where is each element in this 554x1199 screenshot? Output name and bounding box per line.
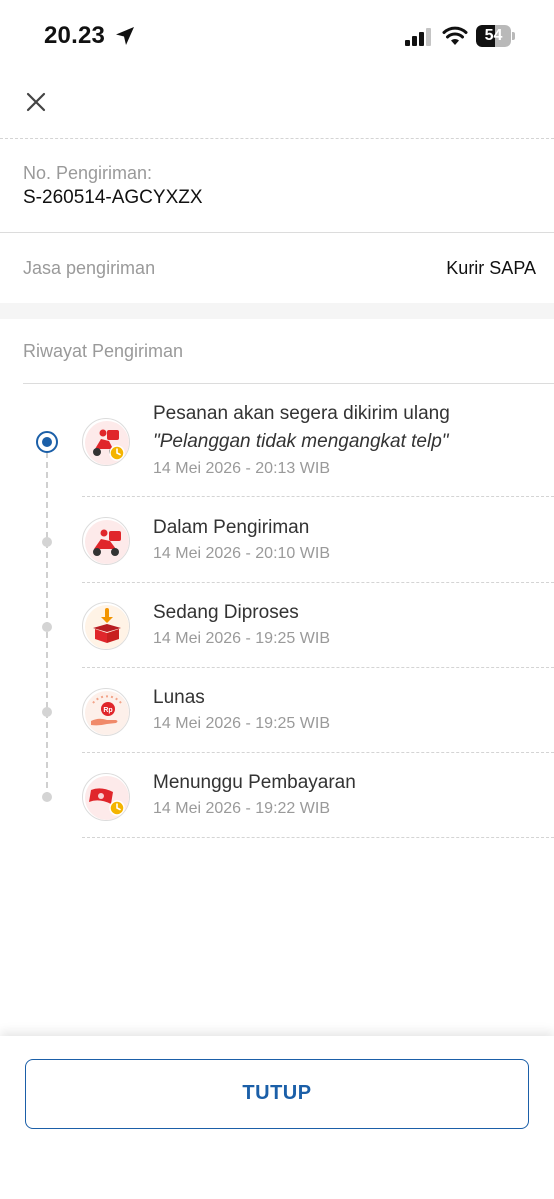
battery-tip [512,32,515,40]
history-title: Riwayat Pengiriman [23,341,184,361]
battery-level: 54 [484,27,503,44]
event-time: 14 Mei 2026 - 19:25 WIB [153,715,330,732]
event-title: Dalam Pengiriman [153,517,310,538]
shipping-service-label: Jasa pengiriman [23,258,156,278]
location-arrow-icon [116,27,134,45]
timeline-dot [42,792,52,802]
timeline-dot [42,622,52,632]
event-time: 14 Mei 2026 - 20:10 WIB [153,545,330,562]
box-icon [82,602,130,650]
event-divider [82,667,554,668]
paid-hand-icon: Rp [82,688,130,736]
event-title: Menunggu Pembayaran [153,772,356,793]
shipment-number-label: No. Pengiriman: [23,163,153,183]
event-divider [82,837,554,838]
header-divider [0,138,554,139]
scooter-icon [82,517,130,565]
status-bar: 20.23 54 [0,0,554,72]
battery-icon: 54 [476,25,516,47]
timeline-dot [42,707,52,717]
event-note: "Pelanggan tidak mengangkat telp" [153,431,449,452]
shipment-divider [0,232,554,233]
status-time: 20.23 [44,22,106,49]
wifi-icon [442,26,468,45]
event-title: Sedang Diproses [153,602,299,623]
event-divider [82,582,554,583]
close-icon[interactable] [22,88,50,116]
event-divider [82,752,554,753]
event-title: Lunas [153,687,205,708]
money-clock-icon [82,773,130,821]
event-time: 14 Mei 2026 - 20:13 WIB [153,460,330,477]
event-time: 14 Mei 2026 - 19:25 WIB [153,630,330,647]
signal-icon [405,28,431,46]
timeline-line [46,442,48,798]
shipping-service-value: Kurir SAPA [446,258,536,278]
event-title: Pesanan akan segera dikirim ulang [153,403,450,424]
shipment-number-value: S-260514-AGCYXZX [23,187,203,208]
section-gap [0,303,554,319]
battery-body: 54 [476,25,511,47]
svg-text:Rp: Rp [103,707,112,714]
history-divider [23,383,554,384]
close-button[interactable]: TUTUP [25,1059,529,1129]
event-time: 14 Mei 2026 - 19:22 WIB [153,800,330,817]
scooter-clock-icon [82,418,130,466]
timeline-dot [42,537,52,547]
event-divider [82,496,554,497]
timeline-dot-active [36,431,58,453]
